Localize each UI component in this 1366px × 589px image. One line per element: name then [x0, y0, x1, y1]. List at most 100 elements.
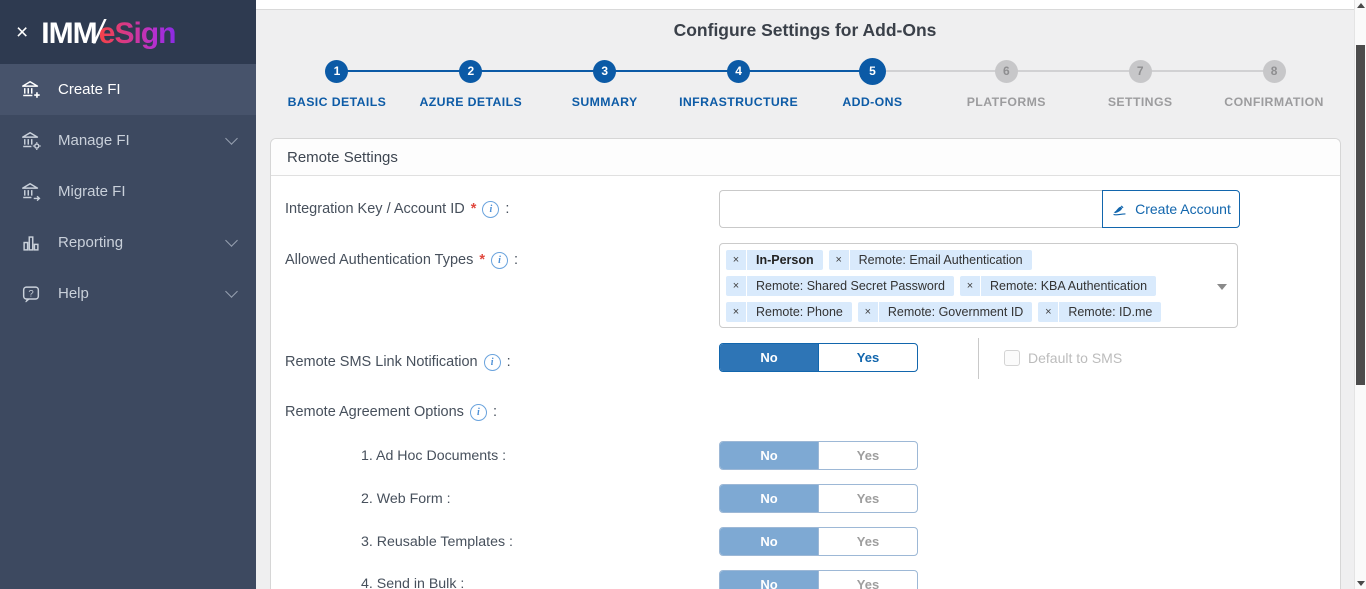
app-root: × IMM/eSign Create FI Manage FI	[0, 0, 1366, 589]
step-label: AZURE DETAILS	[419, 95, 522, 109]
chip-label: Remote: Shared Secret Password	[747, 276, 954, 296]
sidebar-item-migrate-fi[interactable]: Migrate FI	[0, 166, 256, 217]
chip-list: × In-Person × Remote: Email Authenticati…	[720, 244, 1237, 328]
dropdown-caret-icon[interactable]	[1217, 284, 1227, 290]
step-label: INFRASTRUCTURE	[679, 95, 798, 109]
close-icon[interactable]: ×	[16, 22, 28, 43]
bank-arrow-icon	[20, 181, 42, 203]
svg-text:?: ?	[28, 288, 33, 299]
step-confirmation: 8 CONFIRMATION	[1207, 57, 1341, 119]
toggle-yes-option[interactable]: Yes	[818, 344, 917, 371]
remote-settings-panel: Remote Settings Integration Key / Accoun…	[270, 138, 1341, 589]
panel-header: Remote Settings	[271, 139, 1340, 176]
info-icon[interactable]: i	[491, 252, 508, 269]
chip-label: Remote: Government ID	[879, 302, 1032, 322]
option-label-web-form: 2. Web Form :	[361, 489, 451, 509]
sidebar-nav: Create FI Manage FI Migrate FI	[0, 64, 256, 319]
label-colon: :	[505, 201, 509, 217]
label-colon: :	[507, 354, 511, 370]
chip-remove-icon[interactable]: ×	[858, 302, 879, 322]
chip-remove-icon[interactable]: ×	[726, 250, 747, 270]
step-number: 5	[859, 58, 886, 85]
toggle-no-option: No	[720, 528, 818, 555]
send-in-bulk-toggle: No Yes	[719, 570, 918, 589]
scroll-up-arrow-icon[interactable]	[1357, 3, 1365, 8]
reusable-templates-toggle: No Yes	[719, 527, 918, 556]
scrollbar[interactable]	[1354, 0, 1366, 589]
field-label-sms-notification: Remote SMS Link Notification i :	[285, 352, 511, 372]
info-glyph: i	[491, 357, 494, 368]
step-summary[interactable]: 3 SUMMARY	[538, 57, 672, 119]
required-marker: *	[479, 252, 485, 268]
label-text: Remote SMS Link Notification	[285, 354, 478, 370]
auth-type-chip: × In-Person	[726, 250, 823, 270]
chevron-down-icon	[225, 234, 238, 247]
chip-label: Remote: KBA Authentication	[981, 276, 1156, 296]
create-account-button[interactable]: Create Account	[1102, 190, 1240, 228]
chip-remove-icon[interactable]: ×	[829, 250, 850, 270]
app-logo: IMM/eSign	[41, 13, 175, 51]
label-text: Remote Agreement Options	[285, 404, 464, 420]
sidebar-item-label: Reporting	[58, 234, 123, 251]
field-label-agreement-options: Remote Agreement Options i :	[285, 402, 497, 422]
sidebar-item-label: Create FI	[58, 81, 121, 98]
chip-remove-icon[interactable]: ×	[1038, 302, 1059, 322]
toggle-yes-option: Yes	[818, 528, 917, 555]
label-text: Integration Key / Account ID	[285, 201, 465, 217]
chip-label: Remote: Email Authentication	[850, 250, 1032, 270]
auth-type-chip: × Remote: Phone	[726, 302, 852, 322]
step-label: BASIC DETAILS	[288, 95, 387, 109]
sidebar: × IMM/eSign Create FI Manage FI	[0, 0, 256, 589]
bank-gear-icon	[20, 130, 42, 152]
sidebar-item-reporting[interactable]: Reporting	[0, 217, 256, 268]
integration-key-group: Create Account	[719, 190, 1240, 228]
auth-type-chip: × Remote: KBA Authentication	[960, 276, 1156, 296]
toggle-no-option[interactable]: No	[720, 344, 818, 371]
info-icon[interactable]: i	[470, 404, 487, 421]
step-infrastructure[interactable]: 4 INFRASTRUCTURE	[672, 57, 806, 119]
info-glyph: i	[490, 204, 493, 215]
required-marker: *	[471, 201, 477, 217]
sidebar-item-manage-fi[interactable]: Manage FI	[0, 115, 256, 166]
auth-type-chip: × Remote: Government ID	[858, 302, 1032, 322]
toggle-no-option: No	[720, 442, 818, 469]
label-text: Allowed Authentication Types	[285, 252, 473, 268]
auth-types-multiselect[interactable]: × In-Person × Remote: Email Authenticati…	[719, 243, 1238, 328]
scrollbar-thumb[interactable]	[1356, 45, 1365, 385]
chip-remove-icon[interactable]: ×	[726, 302, 747, 322]
step-number: 6	[995, 60, 1018, 83]
chip-label: Remote: Phone	[747, 302, 852, 322]
logo-imm: IMM	[41, 17, 96, 50]
sidebar-item-help[interactable]: ? Help	[0, 268, 256, 319]
create-account-label: Create Account	[1135, 201, 1231, 217]
toggle-no-option: No	[720, 485, 818, 512]
step-number: 7	[1129, 60, 1152, 83]
step-add-ons[interactable]: 5 ADD-ONS	[806, 57, 940, 119]
step-basic-details[interactable]: 1 BASIC DETAILS	[270, 57, 404, 119]
sidebar-item-create-fi[interactable]: Create FI	[0, 64, 256, 115]
bank-plus-icon	[20, 79, 42, 101]
chip-remove-icon[interactable]: ×	[960, 276, 981, 296]
auth-type-chip: × Remote: Shared Secret Password	[726, 276, 954, 296]
web-form-toggle: No Yes	[719, 484, 918, 513]
step-azure-details[interactable]: 2 AZURE DETAILS	[404, 57, 538, 119]
info-icon[interactable]: i	[484, 354, 501, 371]
field-label-integration-key: Integration Key / Account ID * i :	[285, 199, 509, 219]
toggle-yes-option: Yes	[818, 485, 917, 512]
chevron-down-icon	[225, 132, 238, 145]
integration-key-input[interactable]	[719, 190, 1102, 228]
step-number: 1	[325, 60, 348, 83]
toggle-yes-option: Yes	[818, 571, 917, 589]
info-icon[interactable]: i	[482, 201, 499, 218]
step-label: PLATFORMS	[967, 95, 1046, 109]
chip-remove-icon[interactable]: ×	[726, 276, 747, 296]
option-label-reusable-templates: 3. Reusable Templates :	[361, 532, 513, 552]
option-label-ad-hoc-documents: 1. Ad Hoc Documents :	[361, 446, 506, 466]
sidebar-item-label: Manage FI	[58, 132, 130, 149]
content-top-strip	[256, 0, 1354, 10]
chip-label: In-Person	[747, 250, 823, 270]
label-colon: :	[514, 252, 518, 268]
step-platforms: 6 PLATFORMS	[939, 57, 1073, 119]
scroll-down-arrow-icon[interactable]	[1357, 581, 1365, 586]
vertical-divider	[978, 338, 979, 379]
